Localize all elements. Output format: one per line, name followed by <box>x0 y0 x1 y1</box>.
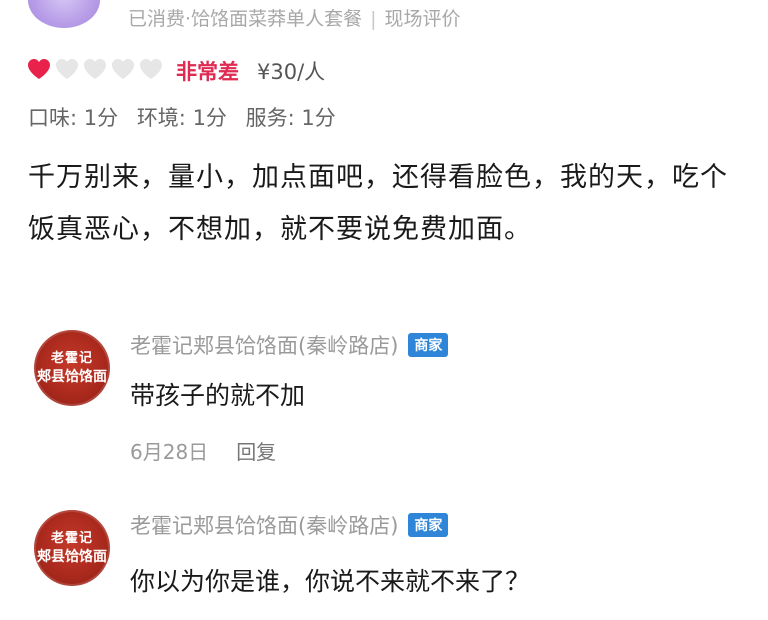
reply-date: 6月28日 <box>130 440 209 464</box>
review-meta: 已消费·饸饹面菜莽单人套餐 | 现场评价 <box>128 8 461 30</box>
merchant-avatar[interactable]: 老霍记 郏县饸饹面 <box>34 330 110 406</box>
heart-filled-icon <box>28 59 50 79</box>
consumed-status: 已消费 <box>128 8 186 30</box>
merchant-name[interactable]: 老霍记郏县饸饹面(秦岭路店) 商家 <box>130 330 449 360</box>
merchant-name[interactable]: 老霍记郏县饸饹面(秦岭路店) 商家 <box>130 510 449 540</box>
heart-empty-icon <box>56 59 78 79</box>
score-service: 服务: 1分 <box>245 106 336 130</box>
rating-row: 非常差 ¥30/人 <box>26 58 325 84</box>
score-environment: 环境: 1分 <box>136 106 227 130</box>
score-taste: 口味: 1分 <box>28 106 119 130</box>
sub-scores: 口味: 1分 环境: 1分 服务: 1分 <box>28 102 348 132</box>
merchant-badge: 商家 <box>408 333 449 357</box>
reply-text: 带孩子的就不加 <box>130 381 306 410</box>
heart-rating <box>26 58 166 84</box>
rating-label: 非常差 <box>176 60 239 84</box>
heart-empty-icon <box>140 59 162 79</box>
merchant-avatar[interactable]: 老霍记 郏县饸饹面 <box>34 510 110 586</box>
review-source: 现场评价 <box>384 8 461 30</box>
reply-meta: 6月28日 回复 <box>130 436 276 465</box>
reply-text: 你以为你是谁，你说不来就不来了？ <box>130 567 531 596</box>
price-per-person: ¥30/人 <box>257 60 326 84</box>
package-name: 饸饹面菜莽单人套餐 <box>191 8 363 30</box>
merchant-badge: 商家 <box>408 513 449 537</box>
reply-button[interactable]: 回复 <box>236 440 276 464</box>
heart-empty-icon <box>84 59 106 79</box>
heart-empty-icon <box>112 59 134 79</box>
user-avatar[interactable] <box>28 0 100 28</box>
divider: | <box>370 8 377 30</box>
review-text: 千万别来，量小，加点面吧，还得看脸色，我的天，吃个饭真恶心，不想加，就不要说免费… <box>28 162 728 245</box>
